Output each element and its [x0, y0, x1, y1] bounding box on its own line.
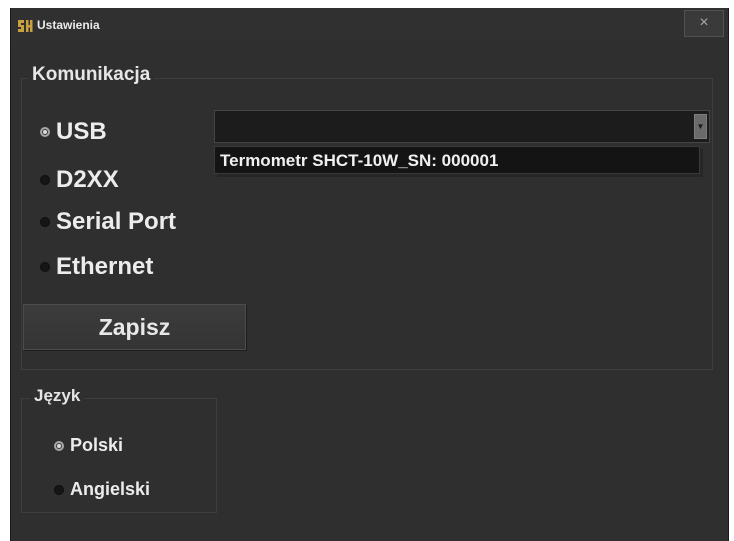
- radio-serial-port[interactable]: Serial Port: [40, 208, 176, 236]
- combobox-dropdown-button[interactable]: ▼: [694, 114, 707, 139]
- radio-ethernet[interactable]: Ethernet: [40, 253, 153, 281]
- radio-d2xx-label: D2XX: [56, 166, 119, 193]
- radio-d2xx[interactable]: D2XX: [40, 166, 119, 194]
- radio-indicator-checked[interactable]: [40, 127, 50, 137]
- radio-ethernet-label: Ethernet: [56, 253, 154, 280]
- chevron-down-icon: ▼: [696, 122, 705, 131]
- radio-angielski-label: Angielski: [70, 479, 151, 499]
- radio-serial-port-label: Serial Port: [56, 208, 177, 235]
- radio-polski-label: Polski: [70, 435, 124, 455]
- radio-usb[interactable]: USB: [40, 118, 107, 146]
- communication-legend: Komunikacja: [28, 64, 155, 86]
- language-legend: Język: [30, 386, 85, 406]
- dropdown-item-device[interactable]: Termometr SHCT-10W_SN: 000001: [220, 151, 498, 171]
- radio-indicator[interactable]: [40, 175, 50, 185]
- title-bar[interactable]: Ustawienia ×: [11, 8, 728, 42]
- save-button[interactable]: Zapisz: [23, 304, 246, 350]
- close-icon: ×: [699, 14, 709, 31]
- device-dropdown-list: Termometr SHCT-10W_SN: 000001: [214, 146, 700, 174]
- radio-angielski[interactable]: Angielski: [54, 479, 150, 500]
- radio-indicator[interactable]: [40, 217, 50, 227]
- radio-indicator[interactable]: [54, 484, 64, 495]
- radio-indicator[interactable]: [40, 262, 50, 272]
- radio-polski[interactable]: Polski: [54, 435, 123, 456]
- close-button[interactable]: ×: [684, 10, 724, 37]
- radio-indicator-checked[interactable]: [54, 440, 64, 451]
- window-title: Ustawienia: [37, 18, 100, 32]
- radio-usb-label: USB: [56, 118, 107, 145]
- device-combobox[interactable]: ▼: [214, 110, 710, 143]
- app-logo-icon: [18, 20, 33, 32]
